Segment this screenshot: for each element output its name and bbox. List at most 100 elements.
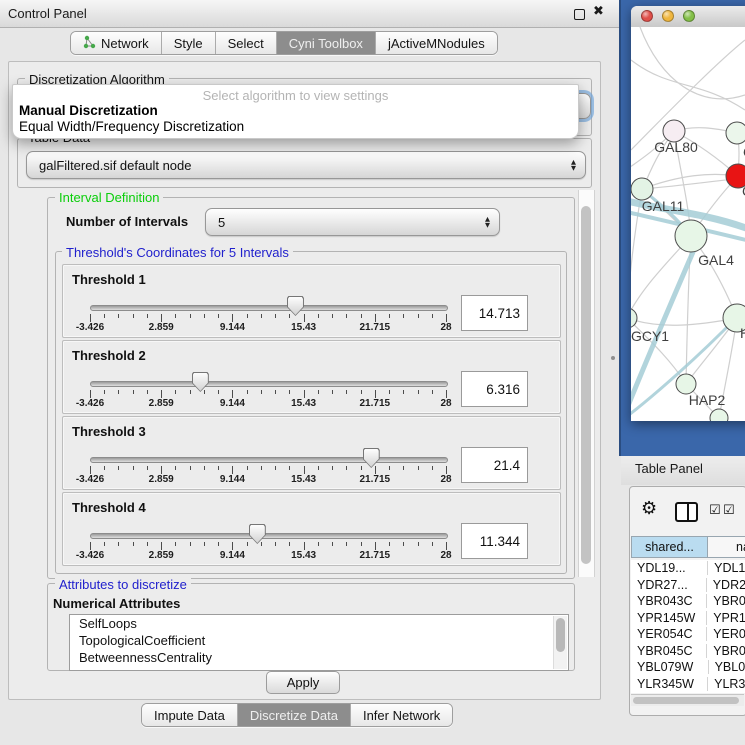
tab-impute-data[interactable]: Impute Data [142, 704, 238, 726]
threshold-3-slider-thumb[interactable] [363, 448, 380, 468]
axis-tick-label: -3.426 [76, 474, 104, 485]
cell-name[interactable]: YPR1 [707, 611, 745, 625]
table-data-select[interactable]: galFiltered.sif default node ▲▼ [26, 151, 586, 179]
cell-shared-name[interactable]: YER054C [631, 627, 707, 641]
checkbox-icon[interactable]: ☑ [723, 503, 735, 518]
network-node-gal11[interactable] [631, 178, 653, 200]
table-row[interactable]: YBL079WYBL0 [631, 659, 745, 676]
threshold-4-slider-thumb[interactable] [249, 524, 266, 544]
numerical-attributes-list: SelfLoopsTopologicalCoefficientBetweenne… [69, 614, 569, 671]
cell-name[interactable]: YDL1 [708, 561, 745, 575]
tab-label: Impute Data [154, 708, 225, 723]
axis-tick-label: 9.144 [220, 398, 245, 409]
column-header-shared-name[interactable]: shared... [631, 536, 708, 558]
zoom-traffic-light-icon[interactable] [683, 10, 695, 22]
threshold-2-slider-thumb[interactable] [192, 372, 209, 392]
threshold-4-value-field[interactable]: 11.344 [461, 523, 528, 559]
cell-name[interactable]: YBL0 [709, 660, 745, 674]
axis-tick-label: 9.144 [220, 550, 245, 561]
node-label: HA [740, 325, 745, 341]
cell-shared-name[interactable]: YLR345W [631, 677, 708, 691]
split-column-icon[interactable] [675, 502, 698, 522]
float-window-icon[interactable] [574, 9, 585, 20]
table-row[interactable]: YIL052CYIL0 [631, 692, 745, 693]
cell-shared-name[interactable]: YDL19... [631, 561, 708, 575]
cell-shared-name[interactable]: YBR045C [631, 644, 707, 658]
network-canvas[interactable]: GAL80GACGAL11GAL4GCY1HAHAP2 [631, 27, 745, 421]
threshold-3-slider-track[interactable] [90, 457, 448, 463]
axis-tick-label: 9.144 [220, 474, 245, 485]
tab-cyni-toolbox[interactable]: Cyni Toolbox [277, 32, 376, 54]
column-header-name[interactable]: na [707, 536, 745, 558]
threshold-2-value-field[interactable]: 6.316 [461, 371, 528, 407]
table-row[interactable]: YDR27...YDR2 [631, 577, 745, 594]
threshold-1-slider-track[interactable] [90, 305, 448, 311]
attribute-item-topologicalcoefficient[interactable]: TopologicalCoefficient [70, 632, 568, 649]
network-edge[interactable] [631, 60, 745, 110]
cell-name[interactable]: YBR0 [707, 594, 745, 608]
network-graph[interactable]: GAL80GACGAL11GAL4GCY1HAHAP2 [631, 27, 745, 421]
axis-tick-label: -3.426 [76, 550, 104, 561]
network-window[interactable]: GAL80GACGAL11GAL4GCY1HAHAP2 [631, 6, 745, 421]
table-row[interactable]: YDL19...YDL1 [631, 560, 745, 577]
table-horizontal-scrollbar[interactable] [631, 694, 744, 706]
minimize-traffic-light-icon[interactable] [662, 10, 674, 22]
axis-tick-label: 15.43 [291, 322, 316, 333]
attributes-list-scrollbar-thumb[interactable] [556, 618, 565, 652]
table-row[interactable]: YER054CYER0 [631, 626, 745, 643]
threshold-1-value-field[interactable]: 14.713 [461, 295, 528, 331]
tab-network[interactable]: Network [71, 32, 162, 54]
close-traffic-light-icon[interactable] [641, 10, 653, 22]
threshold-4-slider-track[interactable] [90, 533, 448, 539]
network-node-gal4[interactable] [675, 220, 707, 252]
threshold-3-value-field[interactable]: 21.4 [461, 447, 528, 483]
tab-discretize-data[interactable]: Discretize Data [238, 704, 351, 726]
tab-infer-network[interactable]: Infer Network [351, 704, 452, 726]
tab-style[interactable]: Style [162, 32, 216, 54]
network-edge[interactable] [631, 318, 737, 325]
threshold-1-slider-thumb[interactable] [287, 296, 304, 316]
stepper-icon: ▲▼ [571, 159, 576, 171]
cell-shared-name[interactable]: YPR145W [631, 611, 707, 625]
network-edge[interactable] [642, 174, 738, 189]
cell-shared-name[interactable]: YBR043C [631, 594, 707, 608]
attributes-list-scrollbar[interactable] [553, 616, 567, 669]
threshold-2-slider-track[interactable] [90, 381, 448, 387]
thresholds-coordinates-label: Threshold's Coordinates for 5 Intervals [62, 245, 293, 260]
split-pane-handle[interactable] [611, 356, 615, 360]
algorithm-dropdown-popup: Select algorithm to view settings Manual… [12, 84, 579, 139]
threshold-2-label: Threshold 2 [72, 348, 146, 363]
gear-icon[interactable]: ⚙ [641, 498, 657, 519]
network-node-ga[interactable] [726, 122, 745, 144]
attribute-item-selfloops[interactable]: SelfLoops [70, 615, 568, 632]
number-of-intervals-select[interactable]: 5 ▲▼ [205, 208, 500, 236]
network-node-hap2[interactable] [676, 374, 696, 394]
algorithm-placeholder-option[interactable]: Select algorithm to view settings [13, 88, 578, 103]
algorithm-option-equal-width-frequency[interactable]: Equal Width/Frequency Discretization [19, 119, 244, 134]
table-row[interactable]: YBR045CYBR0 [631, 643, 745, 660]
network-window-titlebar[interactable] [631, 6, 745, 28]
tab-select[interactable]: Select [216, 32, 277, 54]
content-scrollbar[interactable] [578, 190, 595, 577]
tab-label: Select [228, 36, 264, 51]
table-row[interactable]: YBR043CYBR0 [631, 593, 745, 610]
axis-tick-label: 15.43 [291, 550, 316, 561]
table-row[interactable]: YPR145WYPR1 [631, 610, 745, 627]
cell-name[interactable]: YDR2 [707, 578, 745, 592]
cell-name[interactable]: YBR0 [707, 644, 745, 658]
network-node-gcy1[interactable] [631, 308, 637, 328]
table-horizontal-scrollbar-thumb[interactable] [633, 697, 739, 704]
algorithm-option-manual-discretization[interactable]: Manual Discretization [19, 103, 158, 118]
checkbox-icon[interactable]: ☑ [709, 503, 721, 518]
cell-shared-name[interactable]: YBL079W [631, 660, 709, 674]
network-edge[interactable] [631, 189, 642, 318]
cell-shared-name[interactable]: YDR27... [631, 578, 707, 592]
tab-jactivemnodules[interactable]: jActiveMNodules [376, 32, 497, 54]
cell-name[interactable]: YER0 [707, 627, 745, 641]
cell-name[interactable]: YLR3 [708, 677, 745, 691]
close-icon[interactable]: ✖ [593, 4, 604, 19]
attribute-item-betweennesscentrality[interactable]: BetweennessCentrality [70, 649, 568, 666]
table-row[interactable]: YLR345WYLR3 [631, 676, 745, 693]
apply-button[interactable]: Apply [266, 671, 340, 694]
content-scrollbar-thumb[interactable] [581, 206, 591, 564]
